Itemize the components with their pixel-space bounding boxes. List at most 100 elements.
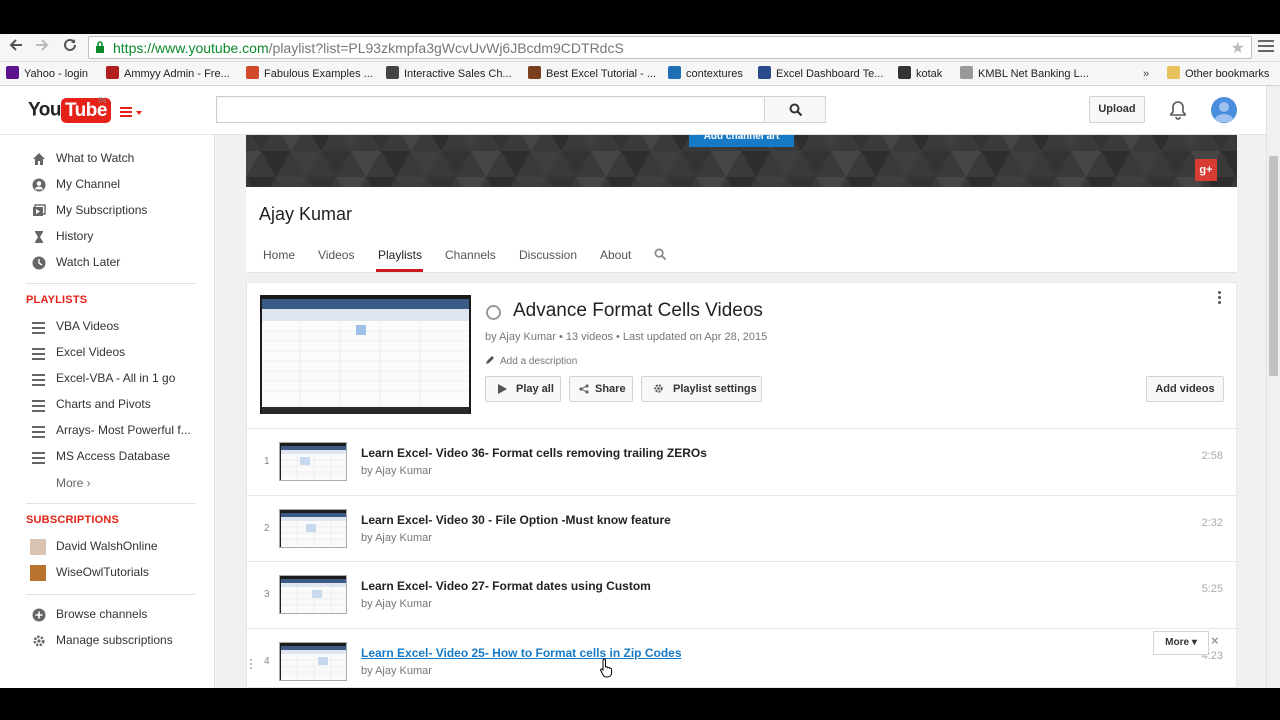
channel-search-icon[interactable] bbox=[654, 248, 667, 264]
bookmark-label: Ammyy Admin - Fre... bbox=[124, 68, 230, 80]
video-thumbnail[interactable] bbox=[279, 642, 347, 681]
playlist-video-row[interactable]: 2 Learn Excel- Video 30 - File Option -Mu… bbox=[247, 495, 1236, 562]
notification-bell-icon[interactable] bbox=[1169, 100, 1187, 123]
video-thumbnail[interactable] bbox=[279, 509, 347, 548]
youtube-header: You Tube IN Upload bbox=[0, 86, 1266, 135]
add-channel-art-button[interactable]: Add channel art bbox=[689, 135, 794, 147]
sidebar-playlist-item[interactable]: VBA Videos bbox=[0, 314, 215, 340]
google-plus-icon[interactable]: g+ bbox=[1195, 159, 1217, 181]
sidebar-footer-item[interactable]: Browse channels bbox=[0, 602, 215, 628]
drag-handle-icon[interactable] bbox=[250, 659, 253, 671]
search-button[interactable] bbox=[764, 96, 826, 123]
play-all-button[interactable]: Play all bbox=[485, 376, 561, 402]
video-title-link[interactable]: Learn Excel- Video 27- Format dates usin… bbox=[361, 579, 651, 593]
bookmarks-overflow[interactable]: » bbox=[1143, 66, 1149, 82]
sidebar-item-label: VBA Videos bbox=[56, 319, 120, 333]
video-thumbnail[interactable] bbox=[279, 575, 347, 614]
sidebar-playlist-item[interactable]: Charts and Pivots bbox=[0, 392, 215, 418]
search-input[interactable] bbox=[216, 96, 765, 123]
sidebar-item[interactable]: My Subscriptions bbox=[0, 198, 215, 224]
video-owner-link[interactable]: by Ajay Kumar bbox=[361, 598, 432, 610]
playlist-video-row[interactable]: 4 Learn Excel- Video 25- How to Format ce… bbox=[247, 628, 1236, 687]
video-more-button[interactable]: More ▾ bbox=[1153, 631, 1209, 655]
playlist-video-row[interactable]: 3 Learn Excel- Video 27- Format dates usi… bbox=[247, 561, 1236, 628]
video-index: 3 bbox=[264, 589, 270, 600]
more-actions-icon[interactable] bbox=[1218, 291, 1222, 306]
monitor-icon bbox=[386, 66, 399, 79]
other-bookmarks[interactable]: Other bookmarks bbox=[1167, 66, 1269, 82]
address-bar[interactable]: https://www.youtube.com/playlist?list=PL… bbox=[88, 36, 1252, 59]
share-button[interactable]: Share bbox=[569, 376, 633, 402]
remove-video-icon[interactable]: × bbox=[1211, 633, 1219, 648]
bookmark-item[interactable]: Fabulous Examples ... bbox=[246, 66, 373, 82]
playlist-settings-button[interactable]: Playlist settings bbox=[641, 376, 762, 402]
bookmark-item[interactable]: contextures bbox=[668, 66, 743, 82]
playlist-title: Advance Format Cells Videos bbox=[513, 300, 763, 321]
playlist-video-row[interactable]: 1 Learn Excel- Video 36- Format cells rem… bbox=[247, 428, 1236, 495]
tab-home[interactable]: Home bbox=[263, 248, 295, 262]
play-icon bbox=[498, 384, 507, 394]
sidebar-more-label: More › bbox=[56, 476, 91, 490]
bookmark-item[interactable]: Interactive Sales Ch... bbox=[386, 66, 512, 82]
lock-icon bbox=[96, 41, 104, 53]
tab-about[interactable]: About bbox=[600, 248, 631, 262]
sidebar-footer-item[interactable]: Manage subscriptions bbox=[0, 628, 215, 654]
channel-name[interactable]: Ajay Kumar bbox=[259, 204, 352, 225]
video-owner-link[interactable]: by Ajay Kumar bbox=[361, 465, 432, 477]
bookmark-label: Excel Dashboard Te... bbox=[776, 68, 884, 80]
subscriptions-heading[interactable]: SUBSCRIPTIONS bbox=[26, 514, 119, 526]
sidebar-playlist-item[interactable]: Excel Videos bbox=[0, 340, 215, 366]
bookmark-item[interactable]: kotak bbox=[898, 66, 942, 82]
add-videos-button[interactable]: Add videos bbox=[1146, 376, 1224, 402]
video-duration: 5:25 bbox=[1201, 583, 1223, 595]
bookmark-item[interactable]: Yahoo - login bbox=[6, 66, 88, 82]
sidebar-playlist-item[interactable]: Arrays- Most Powerful f... bbox=[0, 418, 215, 444]
forward-icon[interactable] bbox=[32, 38, 52, 58]
sidebar-playlist-item[interactable]: MS Access Database bbox=[0, 444, 215, 470]
sidebar-item[interactable]: History bbox=[0, 224, 215, 250]
sidebar-item[interactable]: What to Watch bbox=[0, 146, 215, 172]
browser-menu-icon[interactable] bbox=[1258, 40, 1274, 54]
account-avatar[interactable] bbox=[1211, 97, 1237, 123]
bookmark-item[interactable]: Best Excel Tutorial - ... bbox=[528, 66, 656, 82]
sidebar-subscription-item[interactable]: David WalshOnline bbox=[0, 534, 215, 560]
tab-discussion[interactable]: Discussion bbox=[519, 248, 577, 262]
active-tab-indicator bbox=[376, 269, 423, 272]
sidebar-item[interactable]: Watch Later bbox=[0, 250, 215, 276]
sidebar-item-label: What to Watch bbox=[56, 151, 135, 165]
add-description-link[interactable]: Add a description bbox=[485, 355, 577, 367]
guide-menu-icon[interactable] bbox=[120, 107, 142, 119]
video-title-link[interactable]: Learn Excel- Video 25- How to Format cel… bbox=[361, 646, 682, 660]
sidebar-item[interactable]: My Channel bbox=[0, 172, 215, 198]
grid-icon bbox=[758, 66, 771, 79]
video-thumbnail[interactable] bbox=[279, 442, 347, 481]
video-index: 2 bbox=[264, 523, 270, 534]
sidebar-playlist-item[interactable]: Excel-VBA - All in 1 go bbox=[0, 366, 215, 392]
playlist-icon bbox=[32, 400, 46, 414]
upload-button[interactable]: Upload bbox=[1089, 96, 1145, 123]
tab-playlists[interactable]: Playlists bbox=[378, 248, 422, 262]
star-burst-icon bbox=[246, 66, 259, 79]
back-icon[interactable] bbox=[6, 38, 26, 58]
video-title-link[interactable]: Learn Excel- Video 30 - File Option -Mus… bbox=[361, 513, 671, 527]
tab-channels[interactable]: Channels bbox=[445, 248, 496, 262]
gear-icon bbox=[654, 384, 663, 393]
bookmark-item[interactable]: KMBL Net Banking L... bbox=[960, 66, 1089, 82]
playlists-heading[interactable]: PLAYLISTS bbox=[26, 294, 87, 306]
video-title-link[interactable]: Learn Excel- Video 36- Format cells remo… bbox=[361, 446, 707, 460]
reload-icon[interactable] bbox=[60, 38, 80, 58]
bookmark-item[interactable]: Excel Dashboard Te... bbox=[758, 66, 883, 82]
video-owner-link[interactable]: by Ajay Kumar bbox=[361, 665, 432, 677]
sidebar-more-link[interactable]: More › bbox=[0, 471, 215, 497]
sidebar-subscription-item[interactable]: WiseOwlTutorials bbox=[0, 560, 215, 586]
tab-videos[interactable]: Videos bbox=[318, 248, 354, 262]
sidebar-item-label: My Channel bbox=[56, 177, 121, 191]
bookmark-item[interactable]: Ammyy Admin - Fre... bbox=[106, 66, 230, 82]
scrollbar-thumb[interactable] bbox=[1269, 156, 1278, 376]
playlist-thumbnail[interactable] bbox=[260, 295, 471, 414]
page-scrollbar[interactable] bbox=[1266, 86, 1280, 688]
guide-sidebar: What to Watch My Channel My Subscriptions H… bbox=[0, 135, 215, 688]
bookmark-star-icon[interactable]: ★ bbox=[1231, 38, 1245, 58]
video-owner-link[interactable]: by Ajay Kumar bbox=[361, 532, 432, 544]
youtube-logo[interactable]: You Tube IN bbox=[28, 96, 111, 124]
